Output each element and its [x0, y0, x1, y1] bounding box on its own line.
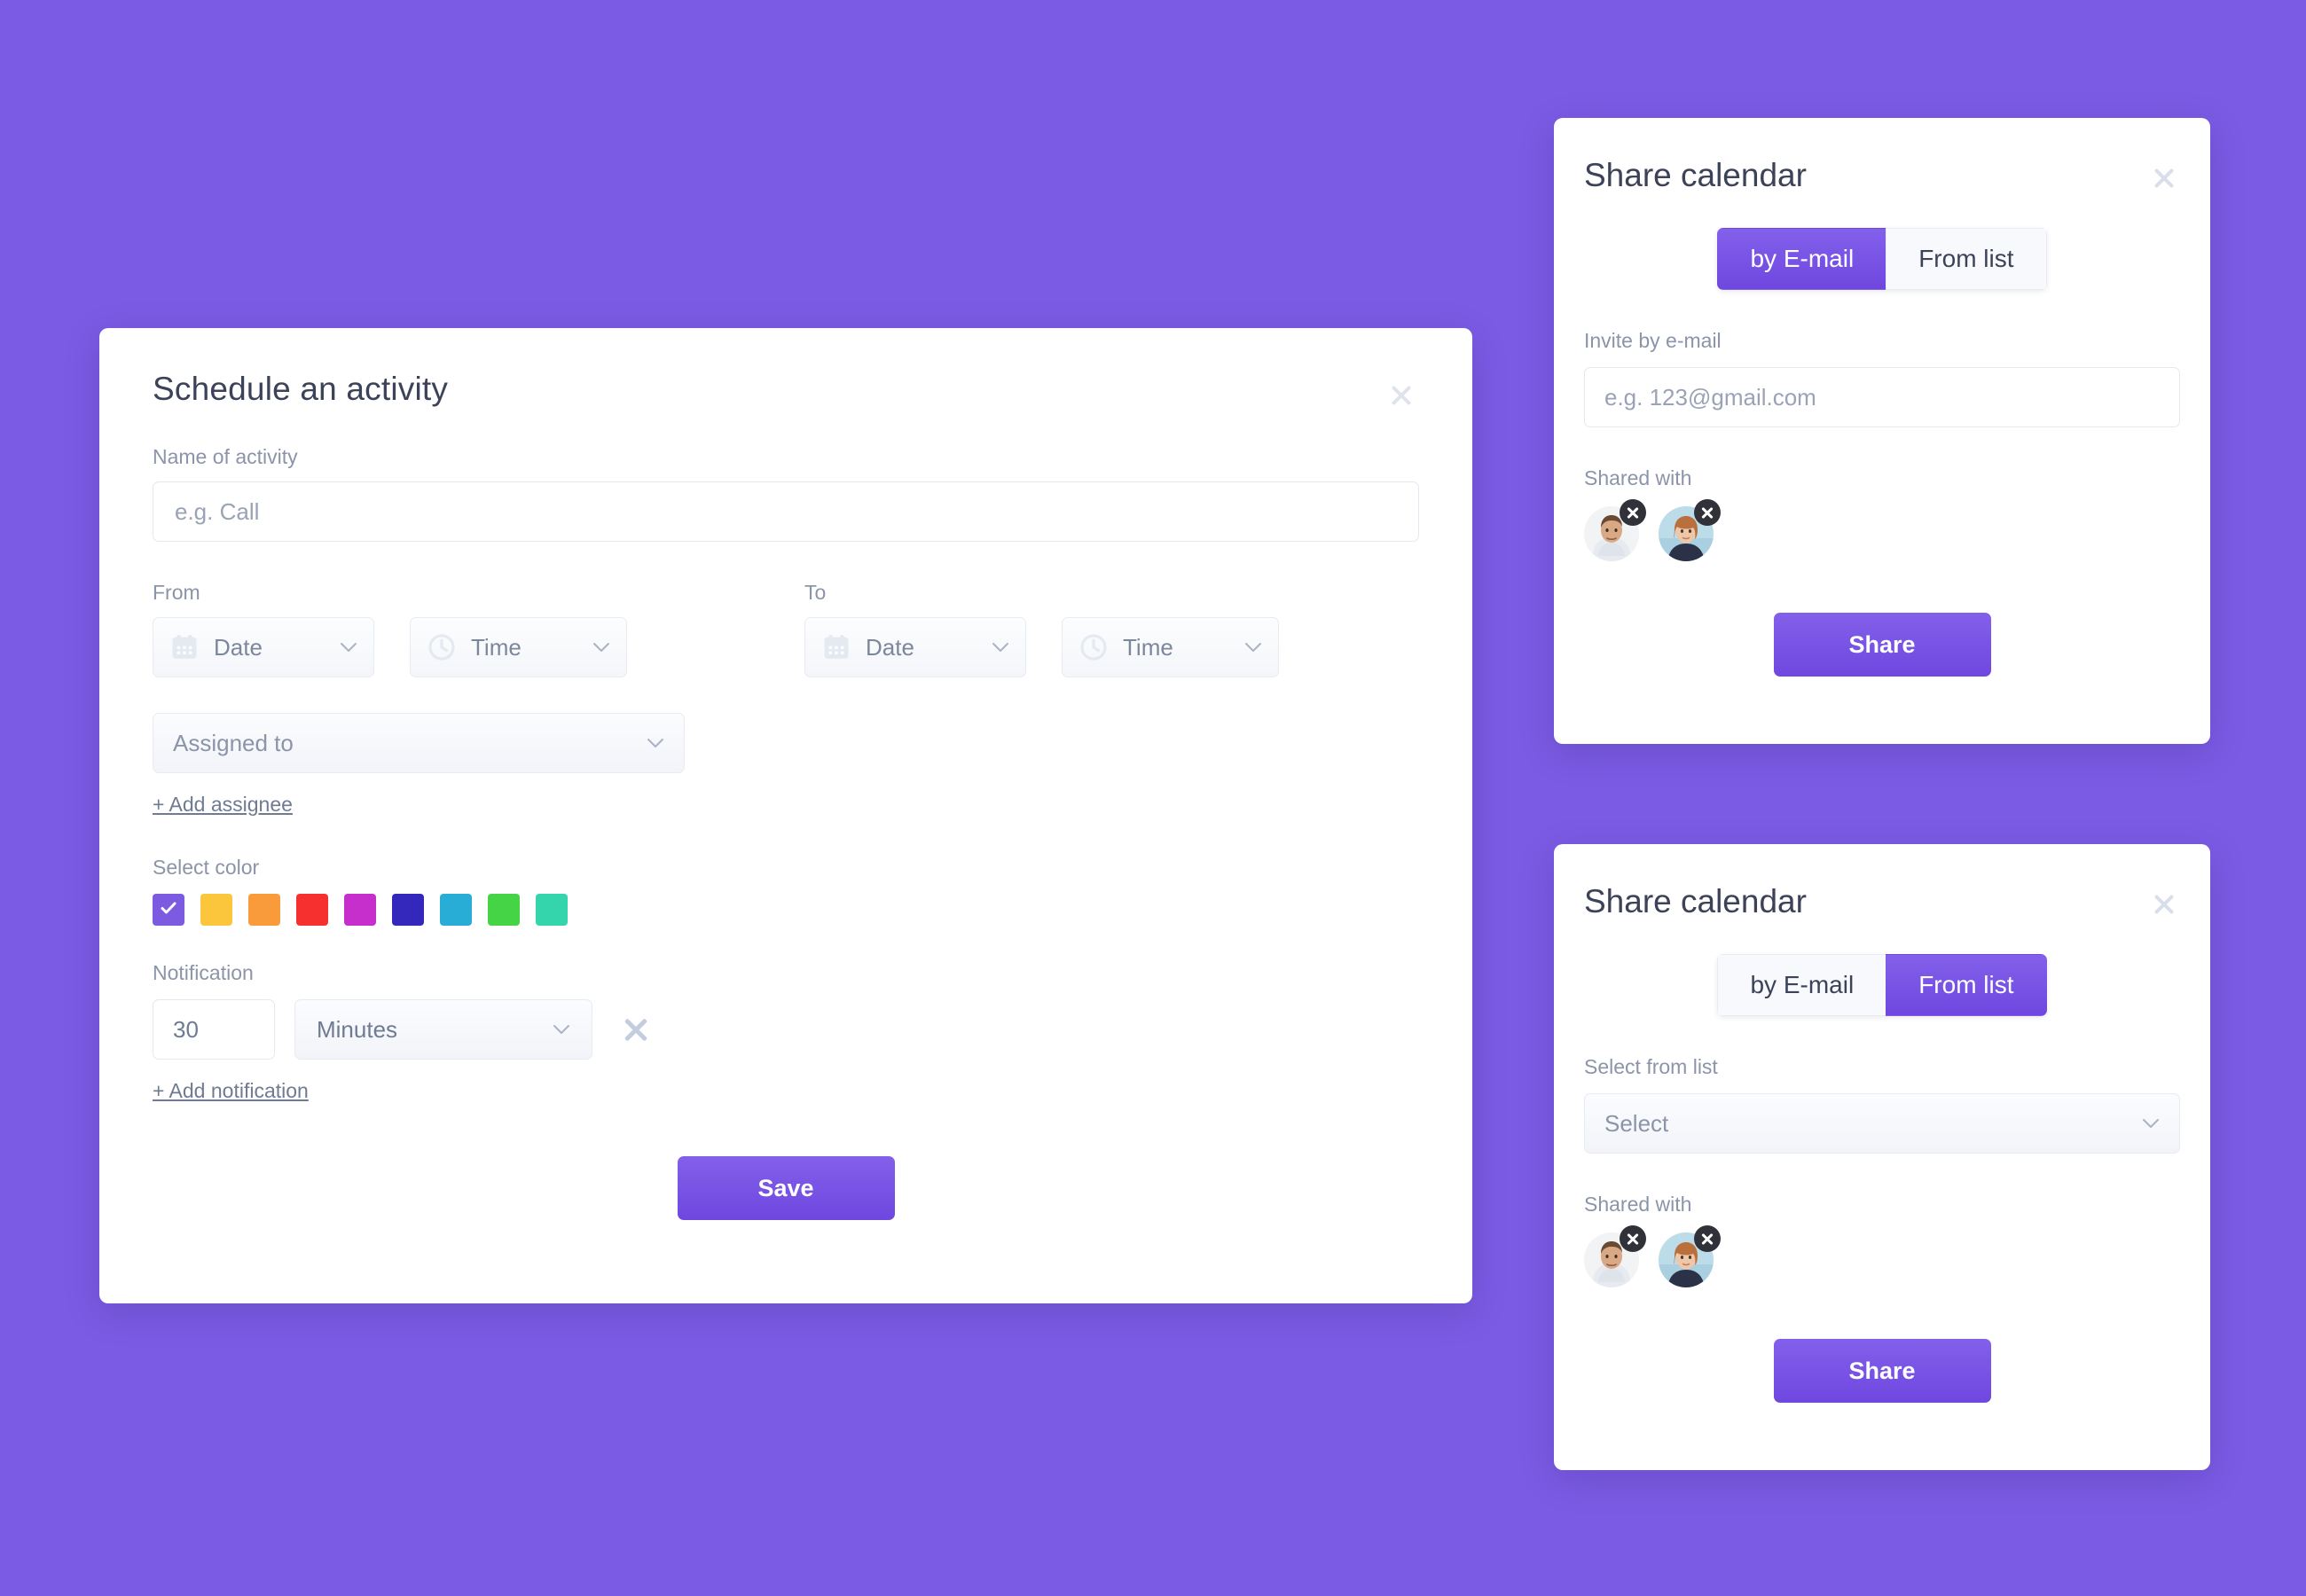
close-icon[interactable] — [1694, 499, 1721, 526]
notification-label: Notification — [153, 961, 254, 984]
to-group: To Date Time — [804, 581, 1279, 677]
notification-unit-text: Minutes — [317, 1015, 398, 1043]
assigned-to-select[interactable]: Assigned to — [153, 713, 685, 773]
share-mode-tabs: by E-mail From list — [1584, 228, 2180, 290]
add-notification-link[interactable]: + Add notification — [153, 1079, 309, 1103]
color-swatch-cyan[interactable] — [440, 894, 472, 926]
close-icon[interactable] — [1694, 1225, 1721, 1252]
chevron-down-icon — [317, 642, 357, 653]
color-swatch-list — [153, 894, 1419, 926]
color-swatch-indigo[interactable] — [392, 894, 424, 926]
color-swatch-magenta[interactable] — [344, 894, 376, 926]
page-title: Share calendar — [1584, 883, 1807, 919]
share-button[interactable]: Share — [1773, 1339, 1991, 1403]
from-date-text: Date — [214, 633, 263, 661]
from-to-group: From Date Time To Date Time — [153, 581, 1419, 677]
color-swatch-orange[interactable] — [248, 894, 280, 926]
shared-with-avatars — [1584, 1225, 2180, 1287]
clock-icon — [1078, 632, 1109, 662]
close-icon[interactable] — [2148, 888, 2180, 920]
from-date-picker[interactable]: Date — [153, 617, 374, 677]
tab-by-email[interactable]: by E-mail — [1717, 228, 1886, 290]
shared-with-avatars — [1584, 499, 2180, 561]
schedule-activity-dialog: Schedule an activity Name of activity Fr… — [99, 328, 1472, 1303]
invite-email-input[interactable] — [1584, 367, 2180, 427]
to-label: To — [804, 581, 827, 604]
close-icon[interactable] — [1620, 499, 1646, 526]
tab-by-email[interactable]: by E-mail — [1717, 954, 1886, 1016]
share-button[interactable]: Share — [1773, 613, 1991, 677]
select-from-list-value: Select — [1604, 1109, 1669, 1137]
select-from-list-dropdown[interactable]: Select — [1584, 1093, 2180, 1154]
to-date-text: Date — [866, 633, 914, 661]
name-of-activity-label: Name of activity — [153, 445, 298, 468]
color-swatch-red[interactable] — [296, 894, 328, 926]
close-icon[interactable] — [2148, 162, 2180, 194]
avatar-item — [1659, 499, 1721, 561]
tab-from-list[interactable]: From list — [1886, 228, 2047, 290]
avatar-item — [1584, 499, 1646, 561]
dialog-header: Share calendar — [1584, 883, 2180, 920]
shared-with-label: Shared with — [1584, 466, 1692, 489]
dialog-header: Share calendar — [1584, 157, 2180, 194]
chevron-down-icon — [647, 738, 664, 748]
to-time-picker[interactable]: Time — [1062, 617, 1279, 677]
name-of-activity-group: Name of activity — [153, 445, 1419, 542]
notification-amount-input[interactable] — [153, 999, 275, 1060]
share-calendar-email-dialog: Share calendar by E-mail From list Invit… — [1554, 118, 2210, 744]
invite-by-email-label: Invite by e-mail — [1584, 329, 1722, 352]
calendar-icon — [821, 632, 851, 662]
select-color-group: Select color — [153, 856, 1419, 926]
from-group: From Date Time — [153, 581, 627, 677]
assigned-to-text: Assigned to — [173, 729, 294, 756]
from-time-text: Time — [471, 633, 522, 661]
close-icon[interactable] — [1620, 1225, 1646, 1252]
check-icon — [159, 898, 178, 922]
add-assignee-link[interactable]: + Add assignee — [153, 793, 293, 817]
chevron-down-icon — [1221, 642, 1262, 653]
tab-from-list[interactable]: From list — [1886, 954, 2047, 1016]
calendar-icon — [169, 632, 200, 662]
page-title: Schedule an activity — [153, 371, 449, 407]
to-date-picker[interactable]: Date — [804, 617, 1026, 677]
from-time-picker[interactable]: Time — [410, 617, 627, 677]
page-background: Schedule an activity Name of activity Fr… — [0, 0, 2306, 1596]
color-swatch-purple[interactable] — [153, 894, 184, 926]
color-swatch-green[interactable] — [488, 894, 520, 926]
select-color-label: Select color — [153, 856, 260, 879]
share-mode-tabs: by E-mail From list — [1584, 954, 2180, 1016]
from-label: From — [153, 581, 200, 604]
page-title: Share calendar — [1584, 157, 1807, 193]
chevron-down-icon — [2142, 1118, 2160, 1129]
chevron-down-icon — [969, 642, 1009, 653]
to-time-text: Time — [1123, 633, 1173, 661]
save-button[interactable]: Save — [677, 1156, 895, 1220]
notification-unit-select[interactable]: Minutes — [294, 999, 592, 1060]
clock-icon — [427, 632, 457, 662]
activity-name-input[interactable] — [153, 481, 1419, 542]
remove-notification-icon[interactable] — [621, 1014, 651, 1044]
shared-with-label: Shared with — [1584, 1193, 1692, 1216]
color-swatch-yellow[interactable] — [200, 894, 232, 926]
avatar-item — [1584, 1225, 1646, 1287]
avatar-item — [1659, 1225, 1721, 1287]
share-calendar-list-dialog: Share calendar by E-mail From list Selec… — [1554, 844, 2210, 1470]
chevron-down-icon — [569, 642, 610, 653]
select-from-list-label: Select from list — [1584, 1055, 1718, 1078]
notification-group: Notification Minutes + Add notification — [153, 961, 1419, 1103]
color-swatch-teal[interactable] — [536, 894, 568, 926]
chevron-down-icon — [553, 1024, 570, 1035]
dialog-header: Schedule an activity — [153, 371, 1419, 413]
close-icon[interactable] — [1384, 378, 1419, 413]
